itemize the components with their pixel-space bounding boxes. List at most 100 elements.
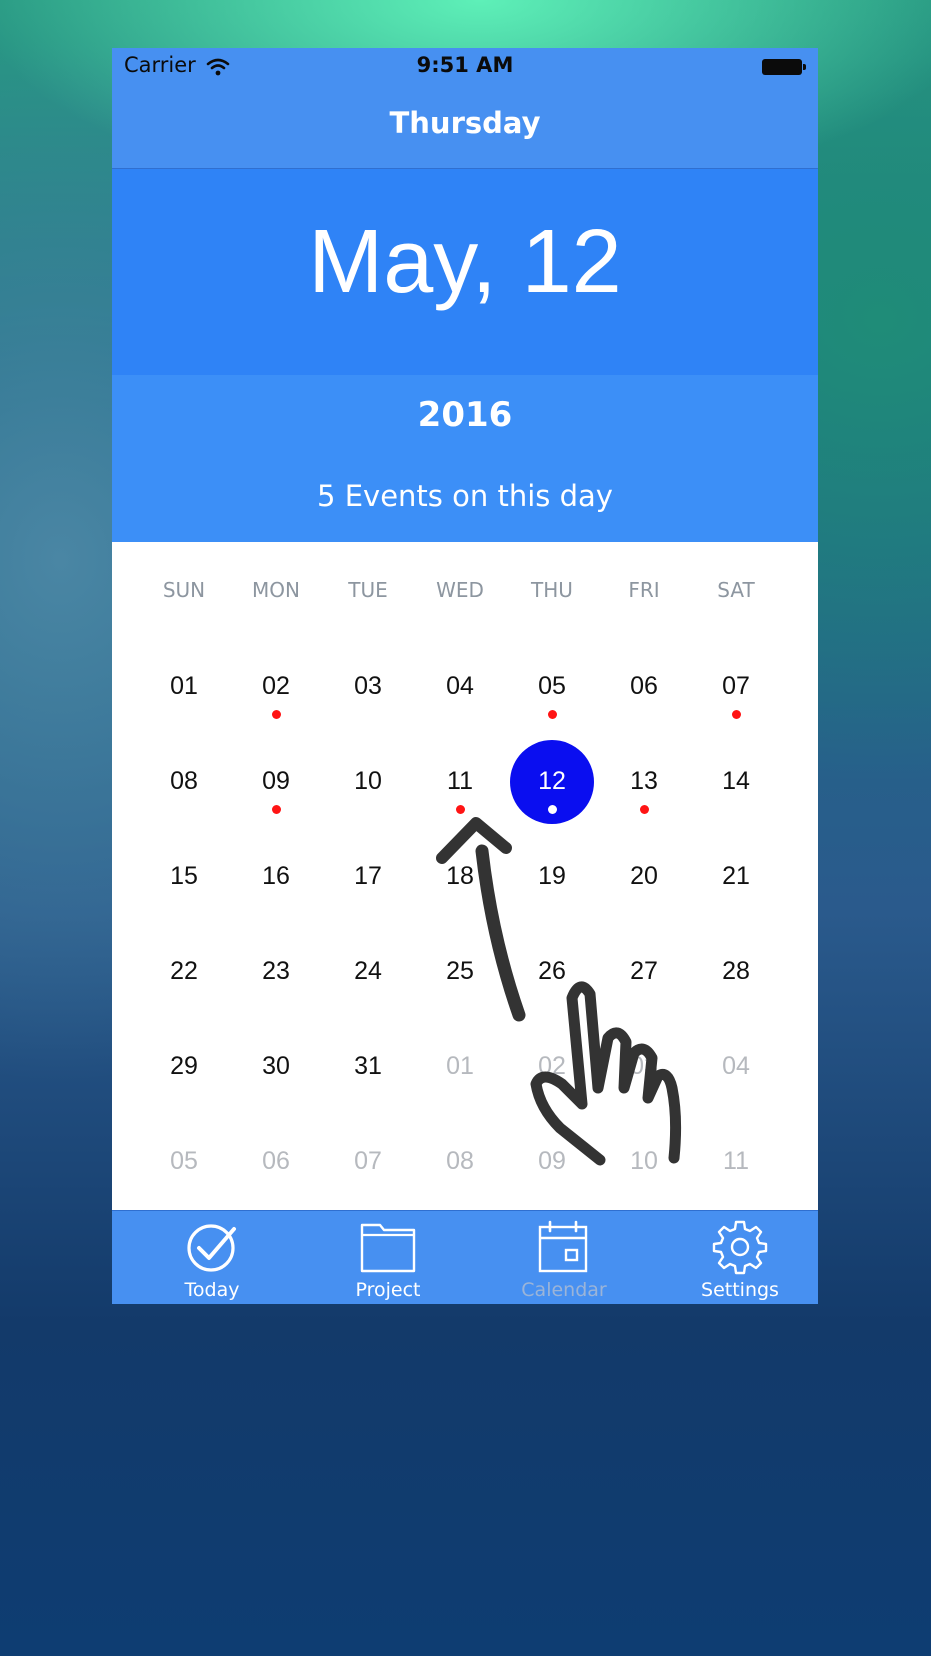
day-cell[interactable]: 08 <box>138 735 230 825</box>
day-number: 01 <box>446 1052 474 1080</box>
nav-title: Thursday <box>389 106 541 140</box>
day-cell[interactable]: 27 <box>598 925 690 1015</box>
day-cell[interactable]: 24 <box>322 925 414 1015</box>
phone-screen: Carrier 9:51 AM Thursday May, 12 2016 5 … <box>112 48 818 1304</box>
day-cell[interactable]: 05 <box>506 640 598 730</box>
day-number: 12 <box>538 767 566 795</box>
day-number: 05 <box>538 672 566 700</box>
selected-date: May, 12 <box>308 212 622 312</box>
tab-settings[interactable]: Settings <box>652 1211 818 1304</box>
day-number: 08 <box>446 1147 474 1175</box>
day-cell[interactable]: 25 <box>414 925 506 1015</box>
day-cell[interactable]: 16 <box>230 830 322 920</box>
day-number: 06 <box>630 672 658 700</box>
day-number: 26 <box>538 957 566 985</box>
day-number: 10 <box>630 1147 658 1175</box>
day-cell[interactable]: 01 <box>138 640 230 730</box>
tab-project[interactable]: Project <box>300 1211 476 1304</box>
day-cell[interactable]: 03 <box>598 1020 690 1110</box>
day-number: 30 <box>262 1052 290 1080</box>
day-cell[interactable]: 28 <box>690 925 782 1015</box>
day-cell[interactable]: 04 <box>690 1020 782 1110</box>
day-number: 11 <box>447 767 473 795</box>
gear-icon <box>712 1220 768 1275</box>
day-number: 19 <box>538 862 566 890</box>
year-band: 2016 5 Events on this day <box>112 375 818 542</box>
day-cell[interactable]: 19 <box>506 830 598 920</box>
day-cell[interactable]: 05 <box>138 1115 230 1205</box>
event-indicator-dot <box>272 805 281 814</box>
status-bar: Carrier 9:51 AM <box>112 48 818 88</box>
day-number: 25 <box>446 957 474 985</box>
day-cell[interactable]: 01 <box>414 1020 506 1110</box>
weekday-label: WED <box>436 578 484 602</box>
day-cell[interactable]: 02 <box>230 640 322 730</box>
day-number: 17 <box>354 862 382 890</box>
day-number: 02 <box>262 672 290 700</box>
day-cell[interactable]: 22 <box>138 925 230 1015</box>
day-cell[interactable]: 20 <box>598 830 690 920</box>
day-cell[interactable]: 26 <box>506 925 598 1015</box>
day-number: 22 <box>170 957 198 985</box>
event-indicator-dot <box>548 805 557 814</box>
folder-icon <box>360 1223 416 1273</box>
day-cell[interactable]: 17 <box>322 830 414 920</box>
day-cell[interactable]: 08 <box>414 1115 506 1205</box>
day-cell[interactable]: 04 <box>414 640 506 730</box>
day-number: 31 <box>354 1052 382 1080</box>
year-label: 2016 <box>417 395 513 435</box>
tab-today[interactable]: Today <box>124 1211 300 1304</box>
day-number: 15 <box>170 862 198 890</box>
day-number: 23 <box>262 957 290 985</box>
event-indicator-dot <box>732 710 741 719</box>
day-number: 21 <box>722 862 750 890</box>
day-number: 20 <box>630 862 658 890</box>
weekday-label: MON <box>252 578 300 602</box>
day-number: 18 <box>446 862 474 890</box>
day-cell-selected[interactable]: 12 <box>506 735 598 825</box>
event-indicator-dot <box>548 710 557 719</box>
day-number: 03 <box>630 1052 658 1080</box>
month-calendar: SUN MON TUE WED THU FRI SAT 01 02 03 04 05 06 07 08 09 1… <box>112 542 818 1208</box>
day-cell[interactable]: 10 <box>598 1115 690 1205</box>
day-cell[interactable]: 31 <box>322 1020 414 1110</box>
day-cell[interactable]: 18 <box>414 830 506 920</box>
day-cell[interactable]: 09 <box>506 1115 598 1205</box>
clock-label: 9:51 AM <box>416 53 514 77</box>
weekday-label: TUE <box>348 578 388 602</box>
day-cell[interactable]: 02 <box>506 1020 598 1110</box>
day-number: 08 <box>170 767 198 795</box>
day-cell[interactable]: 06 <box>230 1115 322 1205</box>
navigation-bar: Thursday <box>112 88 818 169</box>
calendar-icon <box>538 1220 588 1273</box>
day-cell[interactable]: 11 <box>690 1115 782 1205</box>
day-cell[interactable]: 03 <box>322 640 414 730</box>
day-cell[interactable]: 11 <box>414 735 506 825</box>
day-cell[interactable]: 13 <box>598 735 690 825</box>
day-cell[interactable]: 09 <box>230 735 322 825</box>
day-number: 09 <box>262 767 290 795</box>
tab-calendar[interactable]: Calendar <box>476 1211 652 1304</box>
day-cell[interactable]: 06 <box>598 640 690 730</box>
day-number: 04 <box>722 1052 750 1080</box>
day-cell[interactable]: 21 <box>690 830 782 920</box>
day-cell[interactable]: 07 <box>690 640 782 730</box>
event-indicator-dot <box>640 805 649 814</box>
day-number: 07 <box>722 672 750 700</box>
day-number: 06 <box>262 1147 290 1175</box>
day-cell[interactable]: 29 <box>138 1020 230 1110</box>
selected-date-header: May, 12 <box>112 169 818 375</box>
day-cell[interactable]: 14 <box>690 735 782 825</box>
day-cell[interactable]: 07 <box>322 1115 414 1205</box>
day-number: 24 <box>354 957 382 985</box>
day-cell[interactable]: 23 <box>230 925 322 1015</box>
tab-label: Project <box>355 1279 421 1301</box>
day-cell[interactable]: 30 <box>230 1020 322 1110</box>
tab-label: Calendar <box>521 1279 607 1301</box>
day-cell[interactable]: 15 <box>138 830 230 920</box>
day-number: 07 <box>354 1147 382 1175</box>
day-number: 11 <box>723 1147 749 1175</box>
day-cell[interactable]: 10 <box>322 735 414 825</box>
events-count: 5 Events on this day <box>317 479 613 513</box>
weekday-label: THU <box>531 578 573 602</box>
